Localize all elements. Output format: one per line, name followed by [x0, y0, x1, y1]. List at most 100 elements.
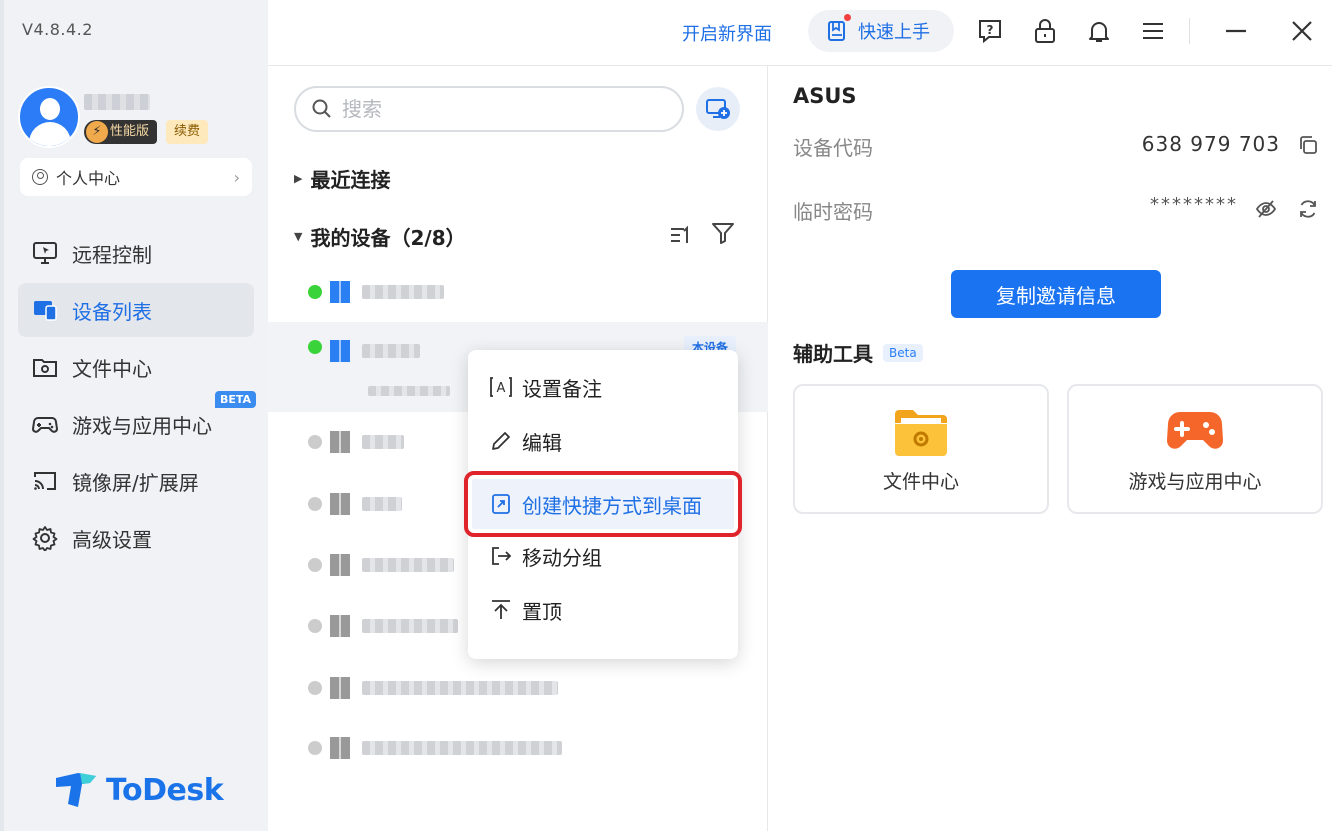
device-name-blurred	[362, 435, 404, 449]
offline-status-dot	[308, 741, 322, 755]
tool-label: 文件中心	[882, 471, 959, 493]
device-context-menu: A 设置备注 编辑 创建快捷方式到桌面 移动分组 置顶	[464, 350, 742, 659]
folder-icon	[893, 408, 949, 463]
device-row[interactable]	[268, 262, 768, 322]
eye-off-icon[interactable]	[1255, 198, 1277, 220]
minimize-icon[interactable]	[1222, 17, 1250, 45]
bell-icon[interactable]	[1085, 17, 1113, 45]
menu-icon[interactable]	[1139, 17, 1167, 45]
device-name-blurred	[362, 619, 458, 633]
svg-text:?: ?	[987, 23, 994, 37]
renew-badge[interactable]: 续费	[166, 120, 209, 144]
menu-item-pin-top[interactable]: 置顶	[468, 583, 738, 637]
nav-item-mirror-extend[interactable]: 镜像屏/扩展屏	[18, 454, 254, 508]
offline-status-dot	[308, 681, 322, 695]
header-separator	[1189, 18, 1190, 44]
device-name: ASUS	[793, 84, 857, 108]
windows-icon	[330, 340, 350, 362]
offline-status-dot	[308, 435, 322, 449]
tool-card-file-center[interactable]: 文件中心	[793, 384, 1049, 514]
nav-item-advanced-settings[interactable]: 高级设置	[18, 511, 254, 565]
device-row[interactable]	[268, 718, 768, 778]
chevron-right-icon: ›	[233, 167, 240, 187]
nav-item-file-center[interactable]: 文件中心	[18, 340, 254, 394]
gamepad-orange-icon	[1166, 408, 1224, 459]
gear-icon	[32, 525, 58, 551]
temp-password-value: ********	[1150, 194, 1238, 215]
search-input[interactable]	[342, 97, 642, 121]
user-circle-icon	[32, 169, 48, 185]
group-my-devices[interactable]: ▼ 我的设备（2/8）	[294, 222, 466, 251]
avatar[interactable]	[18, 86, 80, 148]
lock-icon[interactable]	[1031, 17, 1059, 45]
tool-card-games-apps[interactable]: 游戏与应用中心	[1067, 384, 1323, 514]
device-detail-panel: ASUS 设备代码 638 979 703 临时密码 ******** 复制邀请…	[769, 66, 1332, 831]
nav-item-remote-control[interactable]: 远程控制	[18, 226, 254, 280]
offline-status-dot	[308, 497, 322, 511]
top-bar: 开启新界面 快速上手 ?	[268, 0, 1332, 66]
note-icon: A	[488, 374, 514, 400]
add-device-icon	[706, 99, 730, 119]
close-icon[interactable]	[1288, 17, 1316, 45]
device-name-blurred	[362, 285, 444, 299]
device-remark-blurred	[368, 386, 450, 396]
nav-item-device-list[interactable]: 设备列表	[18, 283, 254, 337]
windows-icon	[330, 493, 350, 515]
help-icon[interactable]: ?	[976, 17, 1004, 45]
windows-icon	[330, 431, 350, 453]
add-device-button[interactable]	[696, 87, 740, 131]
device-code-label: 设备代码	[793, 136, 873, 160]
windows-icon	[330, 615, 350, 637]
menu-item-create-shortcut[interactable]: 创建快捷方式到桌面	[464, 471, 742, 537]
device-name-blurred	[362, 741, 562, 755]
windows-icon	[330, 677, 350, 699]
copy-invite-button[interactable]: 复制邀请信息	[951, 270, 1161, 318]
menu-item-set-remark[interactable]: A 设置备注	[468, 360, 738, 414]
copy-icon[interactable]	[1297, 134, 1319, 156]
svg-text:A: A	[497, 381, 506, 396]
folder-gear-icon	[32, 354, 58, 380]
devices-icon	[32, 297, 58, 323]
shortcut-icon	[488, 491, 514, 517]
refresh-icon[interactable]	[1297, 198, 1319, 220]
device-row[interactable]	[268, 658, 768, 718]
offline-status-dot	[308, 619, 322, 633]
move-group-icon	[488, 543, 514, 569]
beta-tag: BETA	[214, 391, 256, 408]
tools-section-title: 辅助工具 Beta	[793, 338, 923, 367]
menu-item-edit[interactable]: 编辑	[468, 414, 738, 468]
temp-password-label: 临时密码	[793, 200, 873, 224]
search-icon	[312, 99, 331, 118]
performance-badge[interactable]: ⚡ 性能版	[84, 120, 158, 144]
device-name-blurred	[362, 558, 454, 572]
username-blurred	[84, 94, 150, 110]
cast-icon	[32, 468, 58, 494]
beta-tag: Beta	[883, 343, 923, 362]
pencil-icon	[488, 428, 514, 454]
search-box[interactable]	[294, 86, 684, 132]
group-recent[interactable]: ▶ 最近连接	[294, 164, 390, 193]
notification-dot	[844, 14, 851, 21]
device-name-blurred	[362, 681, 558, 695]
monitor-cursor-icon	[32, 240, 58, 266]
device-code-value: 638 979 703	[1141, 132, 1280, 156]
caret-down-icon: ▼	[294, 230, 303, 243]
nav-item-games-apps[interactable]: 游戏与应用中心 BETA	[18, 391, 256, 451]
online-status-dot	[308, 285, 322, 299]
guide-book-icon	[828, 21, 845, 41]
personal-center-button[interactable]: 个人中心 ›	[20, 158, 252, 196]
quick-start-button[interactable]: 快速上手	[808, 10, 954, 52]
device-name-blurred	[362, 497, 402, 511]
offline-status-dot	[308, 558, 322, 572]
todesk-logo: ToDesk	[54, 772, 224, 808]
menu-item-move-group[interactable]: 移动分组	[468, 529, 738, 583]
sort-icon[interactable]	[668, 222, 694, 248]
online-status-dot	[308, 340, 322, 354]
windows-icon	[330, 737, 350, 759]
filter-icon[interactable]	[710, 220, 736, 246]
tool-label: 游戏与应用中心	[1128, 471, 1262, 493]
caret-right-icon: ▶	[294, 172, 303, 185]
device-name-blurred	[362, 344, 420, 358]
main-nav: 远程控制 设备列表 文件中心 游戏与应用中心 BETA 镜像屏/扩展屏 高级设置	[18, 226, 256, 568]
open-new-ui-link[interactable]: 开启新界面	[682, 20, 772, 46]
